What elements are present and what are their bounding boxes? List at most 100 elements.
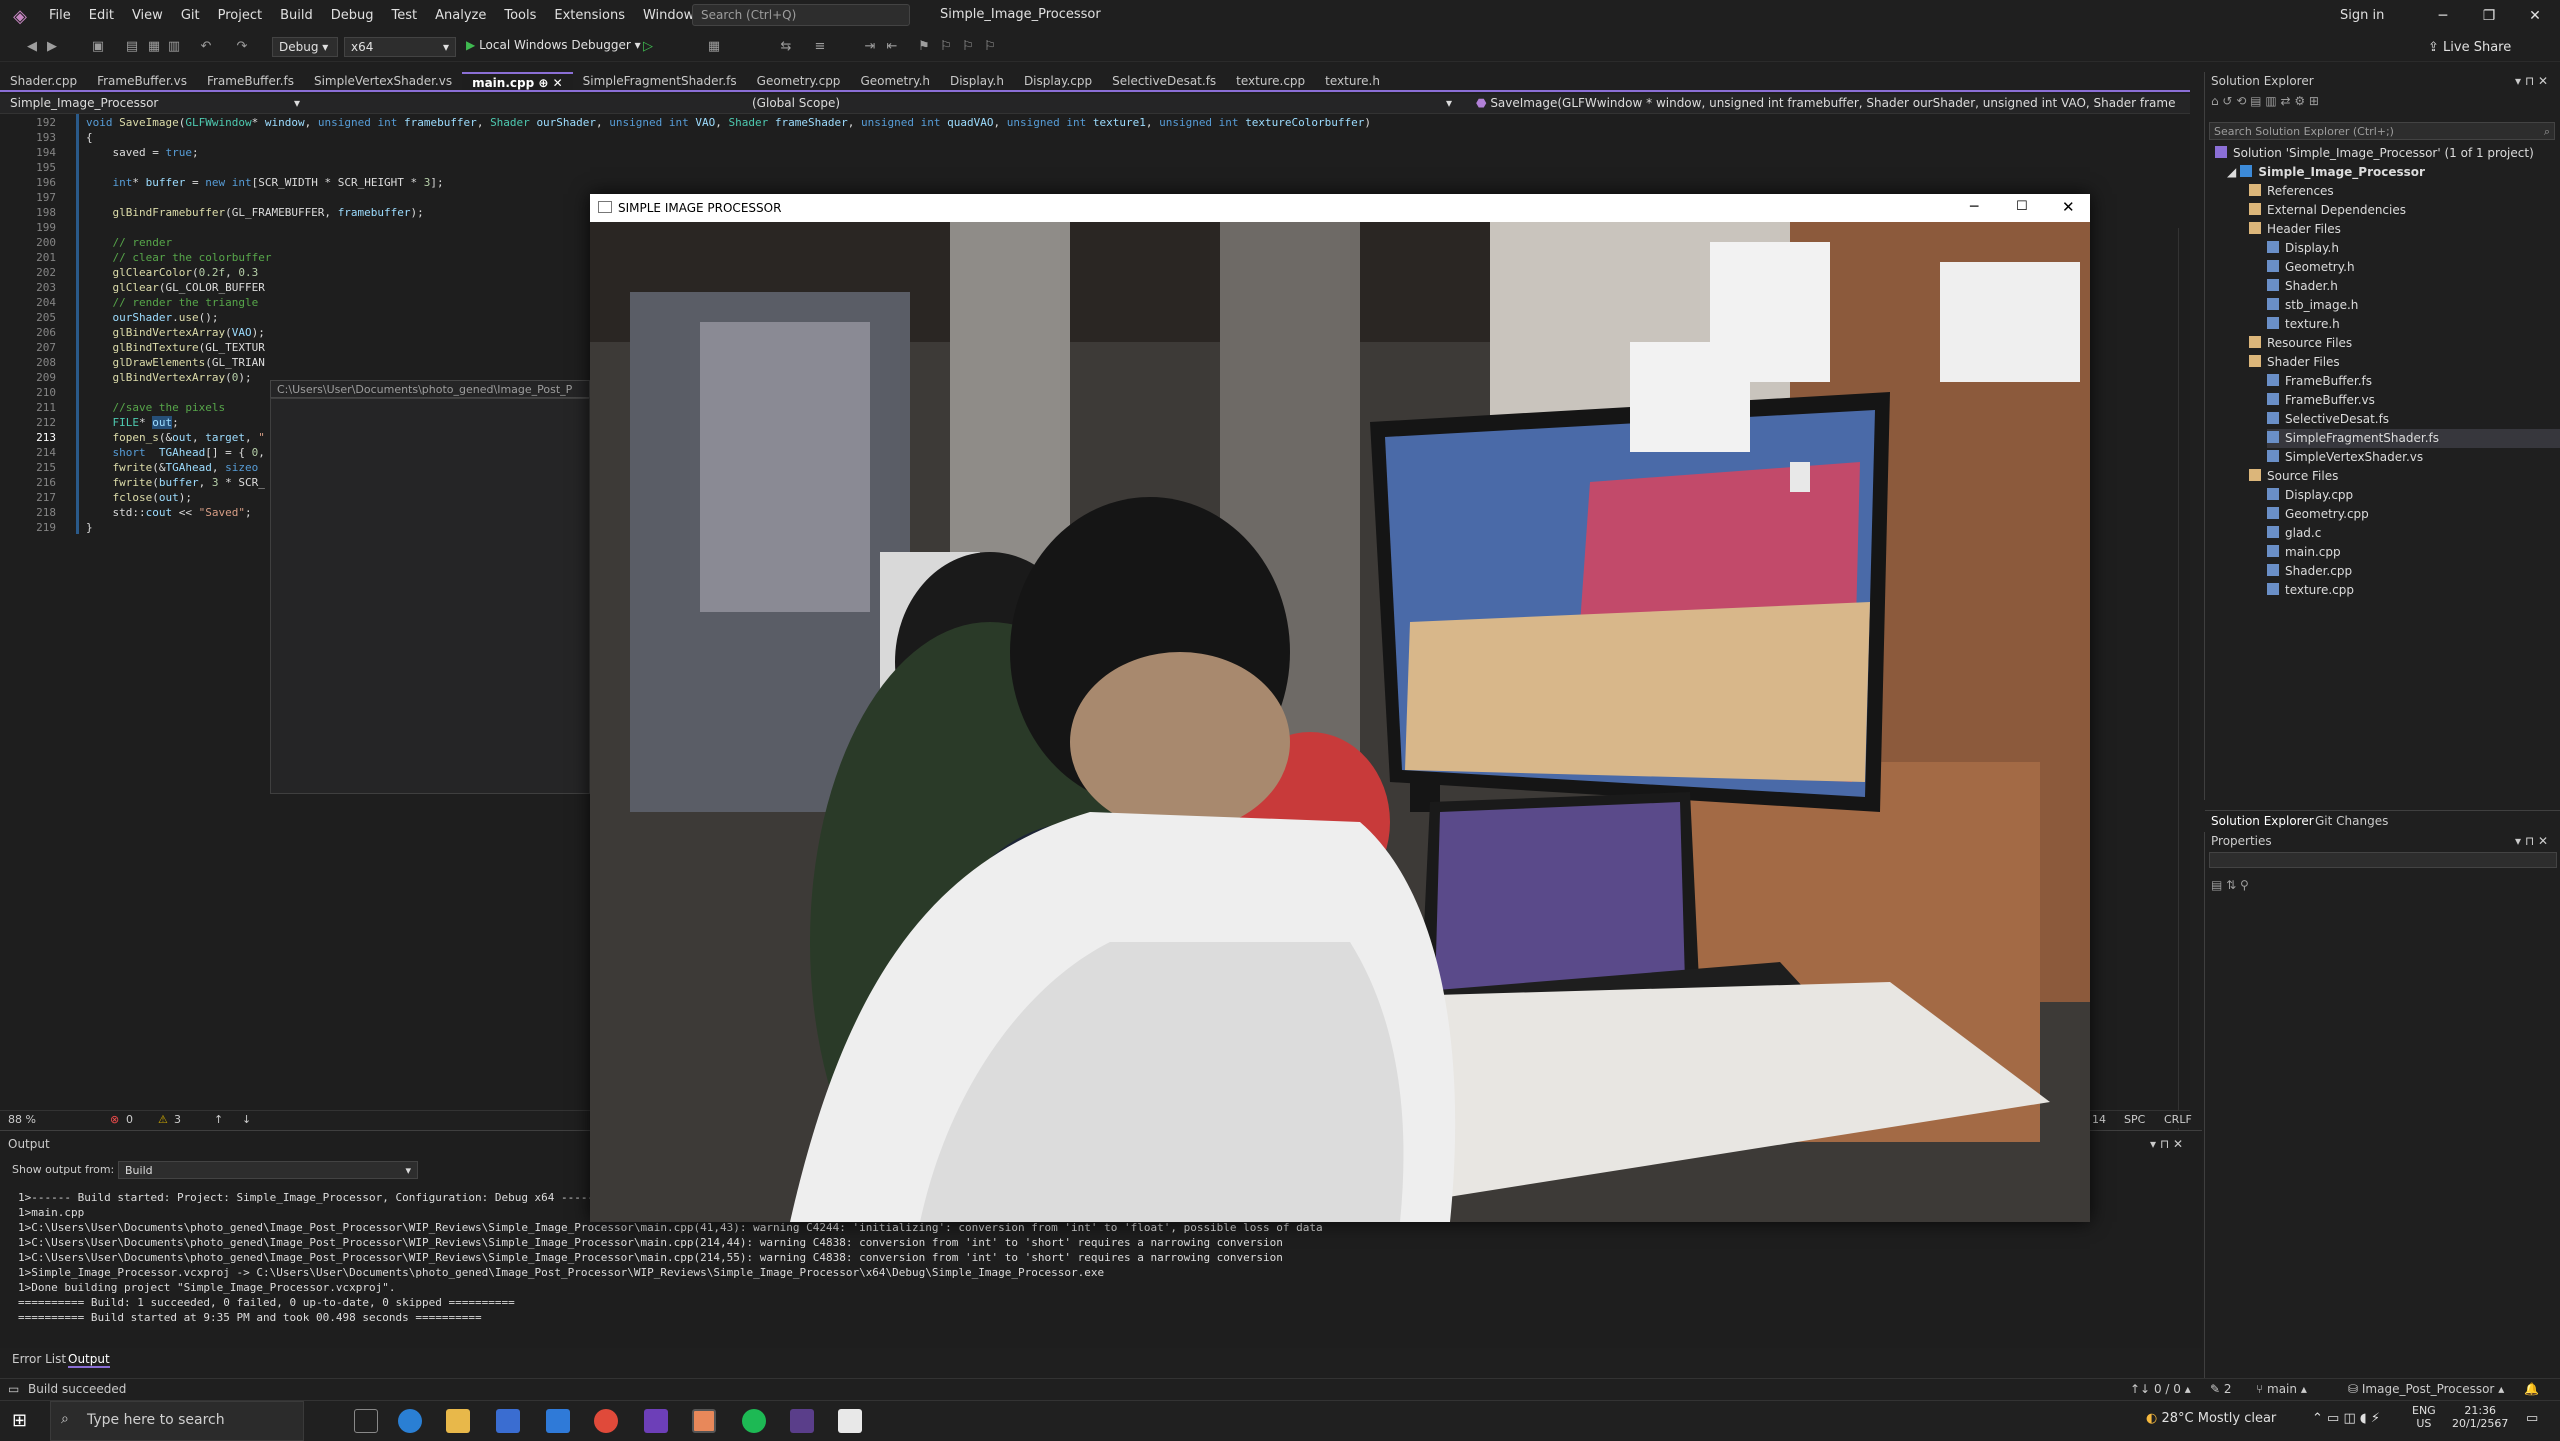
run-button[interactable]: ▶ Local Windows Debugger ▾ <box>466 38 641 52</box>
solution-item[interactable]: glad.c <box>2267 524 2321 543</box>
tab-framebuffer-vs[interactable]: FrameBuffer.vs <box>87 72 197 90</box>
visual-studio-icon[interactable] <box>644 1409 668 1433</box>
undo-icon[interactable]: ↶ <box>198 39 214 55</box>
menu-project[interactable]: Project <box>209 0 271 32</box>
tab-main-cpp[interactable]: main.cpp ⊕ ✕ <box>462 72 573 90</box>
arrow-up-icon[interactable]: ↑ <box>214 1113 223 1126</box>
store-icon[interactable] <box>496 1409 520 1433</box>
solution-item[interactable]: Display.cpp <box>2267 486 2353 505</box>
solution-item[interactable]: SimpleFragmentShader.fs <box>2267 429 2560 448</box>
panel-controls-icon[interactable]: ▾ ⊓ ✕ <box>2515 74 2548 88</box>
output-source-dropdown[interactable]: Build ▾ <box>118 1161 418 1179</box>
tab-simplevertexshader-vs[interactable]: SimpleVertexShader.vs <box>304 72 462 90</box>
project-dropdown[interactable]: Simple_Image_Processor ▾ <box>10 96 300 110</box>
output-scrollbar[interactable] <box>2182 1187 2194 1327</box>
solution-item[interactable]: main.cpp <box>2267 543 2341 562</box>
repo-selector[interactable]: ⛁ Image_Post_Processor ▴ <box>2348 1382 2504 1396</box>
pending-edits[interactable]: ✎ 2 <box>2210 1382 2232 1396</box>
solution-search-input[interactable]: Search Solution Explorer (Ctrl+;) ⌕ <box>2209 122 2555 140</box>
notification-center-icon[interactable]: ▭ <box>2526 1411 2538 1426</box>
tab-git-changes[interactable]: Git Changes <box>2315 814 2388 828</box>
language-indicator[interactable]: ENG US <box>2412 1404 2436 1430</box>
task-view-icon[interactable] <box>354 1409 378 1433</box>
step-icon[interactable]: ⇆ <box>778 39 794 55</box>
tab-error-list[interactable]: Error List <box>12 1352 66 1366</box>
tab-framebuffer-fs[interactable]: FrameBuffer.fs <box>197 72 304 90</box>
format-icon[interactable]: ≡ <box>812 39 828 55</box>
weather-widget[interactable]: ◐ 28°C Mostly clear <box>2146 1411 2276 1426</box>
properties-object-dropdown[interactable] <box>2209 852 2557 868</box>
menu-file[interactable]: File <box>40 0 80 32</box>
save-all-icon[interactable]: ▥ <box>166 39 182 55</box>
file-explorer-icon[interactable] <box>446 1409 470 1433</box>
maximize-icon[interactable]: ❐ <box>2466 0 2512 32</box>
config-dropdown[interactable]: Debug ▾ <box>272 37 338 57</box>
new-project-icon[interactable]: ▣ <box>90 39 106 55</box>
menu-debug[interactable]: Debug <box>322 0 383 32</box>
solution-item[interactable]: FrameBuffer.vs <box>2267 391 2375 410</box>
system-tray-icons[interactable]: ⌃ ▭ ◫ ◖ ⚡ <box>2312 1411 2380 1426</box>
tab-close-icon[interactable]: ⊕ ✕ <box>534 76 562 90</box>
clear-bookmarks-icon[interactable]: ⚐ <box>982 39 998 55</box>
menu-build[interactable]: Build <box>271 0 322 32</box>
zoom-level[interactable]: 88 % <box>8 1113 36 1126</box>
menu-edit[interactable]: Edit <box>80 0 123 32</box>
start-icon[interactable]: ⊞ <box>12 1411 32 1431</box>
solution-item[interactable]: References <box>2249 182 2334 201</box>
scope-dropdown[interactable]: (Global Scope) ▾ <box>752 96 1452 110</box>
menu-analyze[interactable]: Analyze <box>426 0 495 32</box>
solution-item[interactable]: Geometry.cpp <box>2267 505 2369 524</box>
solution-root[interactable]: Solution 'Simple_Image_Processor' (1 of … <box>2215 144 2534 163</box>
prev-bookmark-icon[interactable]: ⚐ <box>938 39 954 55</box>
forward-icon[interactable]: ▶ <box>44 39 60 55</box>
mail-icon[interactable] <box>546 1409 570 1433</box>
minimize-icon[interactable]: ─ <box>2420 0 2466 32</box>
solution-item[interactable]: texture.cpp <box>2267 581 2354 600</box>
notifications-icon[interactable]: 🔔 <box>2524 1382 2539 1396</box>
sign-in-button[interactable]: Sign in <box>2340 8 2384 23</box>
outdent-icon[interactable]: ⇤ <box>884 39 900 55</box>
live-share-button[interactable]: ⇪ Live Share <box>2428 40 2511 55</box>
close-icon[interactable]: ✕ <box>2512 0 2558 32</box>
image-minimize-icon[interactable]: ─ <box>1970 199 1978 215</box>
tab-texture-cpp[interactable]: texture.cpp <box>1226 72 1315 90</box>
tab-selectivedesat-fs[interactable]: SelectiveDesat.fs <box>1102 72 1226 90</box>
solution-item[interactable]: Shader Files <box>2249 353 2340 372</box>
tab-output[interactable]: Output <box>68 1352 110 1368</box>
spotify-icon[interactable] <box>742 1409 766 1433</box>
editor-scrollbar[interactable] <box>2178 228 2190 1224</box>
menu-test[interactable]: Test <box>383 0 427 32</box>
chrome-icon[interactable] <box>594 1409 618 1433</box>
solution-item[interactable]: stb_image.h <box>2267 296 2358 315</box>
terminal-icon[interactable] <box>790 1409 814 1433</box>
solution-item[interactable]: SelectiveDesat.fs <box>2267 410 2389 429</box>
redo-icon[interactable]: ↷ <box>234 39 250 55</box>
solution-item[interactable]: Resource Files <box>2249 334 2352 353</box>
image-close-icon[interactable]: ✕ <box>2062 198 2075 216</box>
tab-geometry-h[interactable]: Geometry.h <box>850 72 940 90</box>
menu-tools[interactable]: Tools <box>495 0 545 32</box>
taskbar-search-input[interactable]: ⌕ Type here to search <box>50 1401 304 1441</box>
line-ending-indicator[interactable]: CRLF <box>2164 1113 2192 1126</box>
warning-icon[interactable]: ⚠ <box>158 1113 168 1126</box>
back-icon[interactable]: ◀ <box>24 39 40 55</box>
properties-toolbar[interactable]: ▤ ⇅ ⚲ <box>2211 878 2249 892</box>
discord-icon[interactable] <box>692 1409 716 1433</box>
tab-display-h[interactable]: Display.h <box>940 72 1014 90</box>
image-window-titlebar[interactable]: SIMPLE IMAGE PROCESSOR ─ ☐ ✕ <box>590 194 2090 222</box>
solution-item[interactable]: Shader.cpp <box>2267 562 2352 581</box>
solution-item[interactable]: Shader.h <box>2267 277 2338 296</box>
spaces-indicator[interactable]: SPC <box>2124 1113 2145 1126</box>
menu-git[interactable]: Git <box>172 0 209 32</box>
platform-dropdown[interactable]: x64 ▾ <box>344 37 456 57</box>
tab-shader-cpp[interactable]: Shader.cpp <box>0 72 87 90</box>
solution-item[interactable]: Header Files <box>2249 220 2341 239</box>
properties-controls-icon[interactable]: ▾ ⊓ ✕ <box>2515 834 2548 848</box>
solution-config-icon[interactable]: ▦ <box>706 39 722 55</box>
solution-toolbar[interactable]: ⌂ ↺ ⟲ ▤ ▥ ⇄ ⚙ ⊞ <box>2211 94 2555 114</box>
save-icon[interactable]: ▦ <box>146 39 162 55</box>
image-maximize-icon[interactable]: ☐ <box>2016 199 2028 214</box>
tab-geometry-cpp[interactable]: Geometry.cpp <box>747 72 851 90</box>
project-node[interactable]: ◢ Simple_Image_Processor <box>2227 163 2425 182</box>
clock[interactable]: 21:36 20/1/2567 <box>2452 1404 2508 1430</box>
